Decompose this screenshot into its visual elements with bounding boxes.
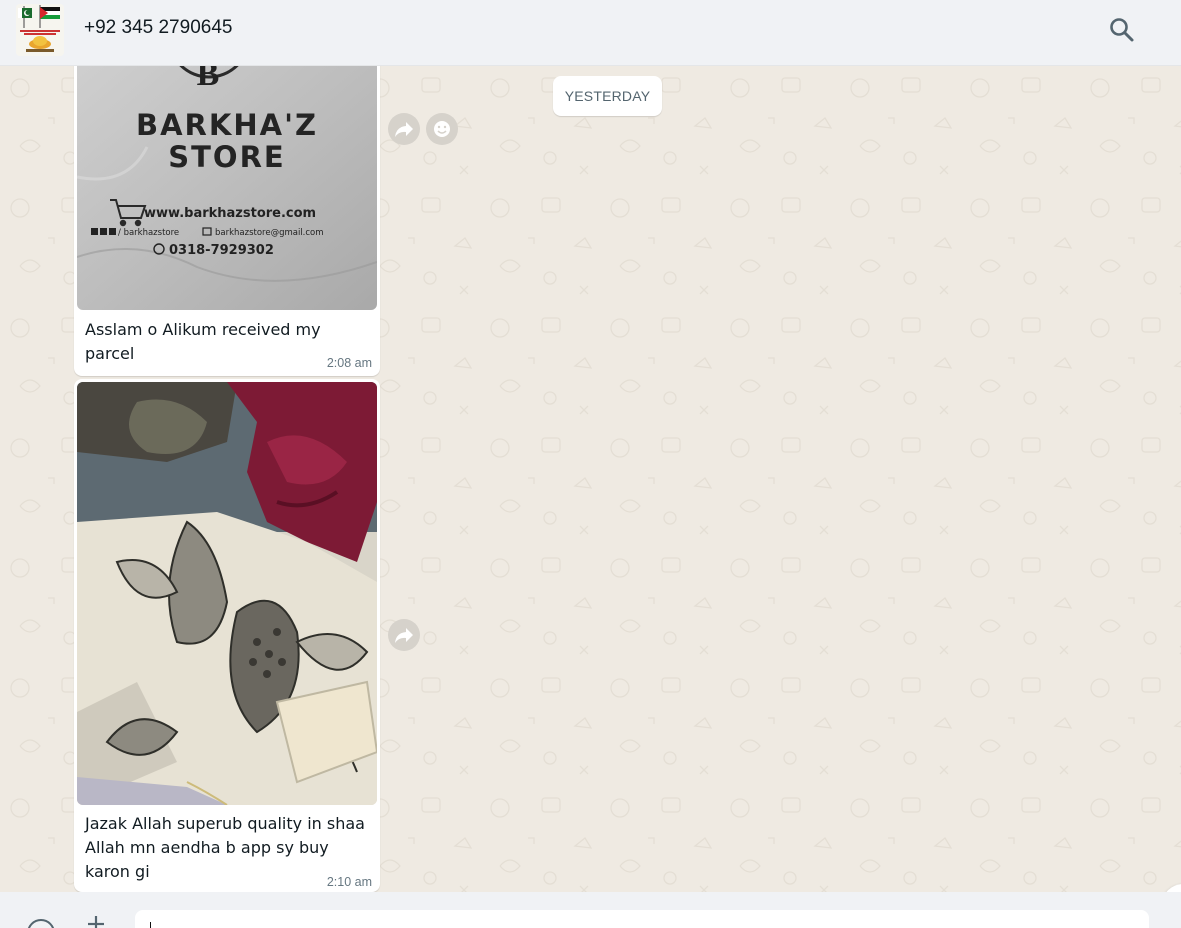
message-bubble[interactable]: B BARKHA'Z STORE www.barkhazstore.com / … (74, 66, 380, 376)
message-image[interactable] (77, 382, 377, 805)
emoji-icon[interactable] (24, 916, 58, 928)
forward-button[interactable] (388, 113, 420, 145)
react-button[interactable] (426, 113, 458, 145)
forward-button[interactable] (388, 619, 420, 651)
store-social: / barkhazstore (118, 228, 179, 238)
message-bubble[interactable]: Jazak Allah superub quality in shaa Alla… (74, 379, 380, 892)
store-website: www.barkhazstore.com (144, 206, 316, 221)
message-caption: Jazak Allah superub quality in shaa Alla… (85, 814, 365, 881)
store-name-line2: STORE (168, 140, 285, 174)
store-name-line1: BARKHA'Z (136, 108, 318, 142)
logo-letter: B (197, 66, 220, 93)
text-caret (150, 922, 151, 928)
chat-panel[interactable]: YESTERDAY B BARKHA'Z STORE www.barkhazst… (0, 66, 1181, 892)
chat-header: +92 345 2790645 (0, 0, 1181, 66)
date-separator: YESTERDAY (553, 76, 662, 116)
emoji-react-icon (434, 121, 450, 137)
contact-name[interactable]: +92 345 2790645 (84, 17, 232, 39)
store-email: barkhazstore@gmail.com (215, 228, 324, 238)
forward-icon (395, 122, 413, 137)
store-phone: 0318-7929302 (169, 243, 274, 258)
message-composer (0, 892, 1181, 928)
contact-avatar[interactable] (16, 4, 64, 56)
fabric-photo (77, 382, 377, 805)
message-image[interactable]: B BARKHA'Z STORE www.barkhazstore.com / … (77, 66, 377, 310)
forward-icon (395, 628, 413, 643)
flags-avatar-icon (16, 4, 64, 56)
message-input[interactable] (135, 910, 1149, 928)
message-timestamp: 2:08 am (326, 356, 372, 370)
plus-icon[interactable] (84, 912, 108, 928)
search-icon[interactable] (1106, 14, 1138, 46)
message-timestamp: 2:10 am (326, 875, 372, 889)
